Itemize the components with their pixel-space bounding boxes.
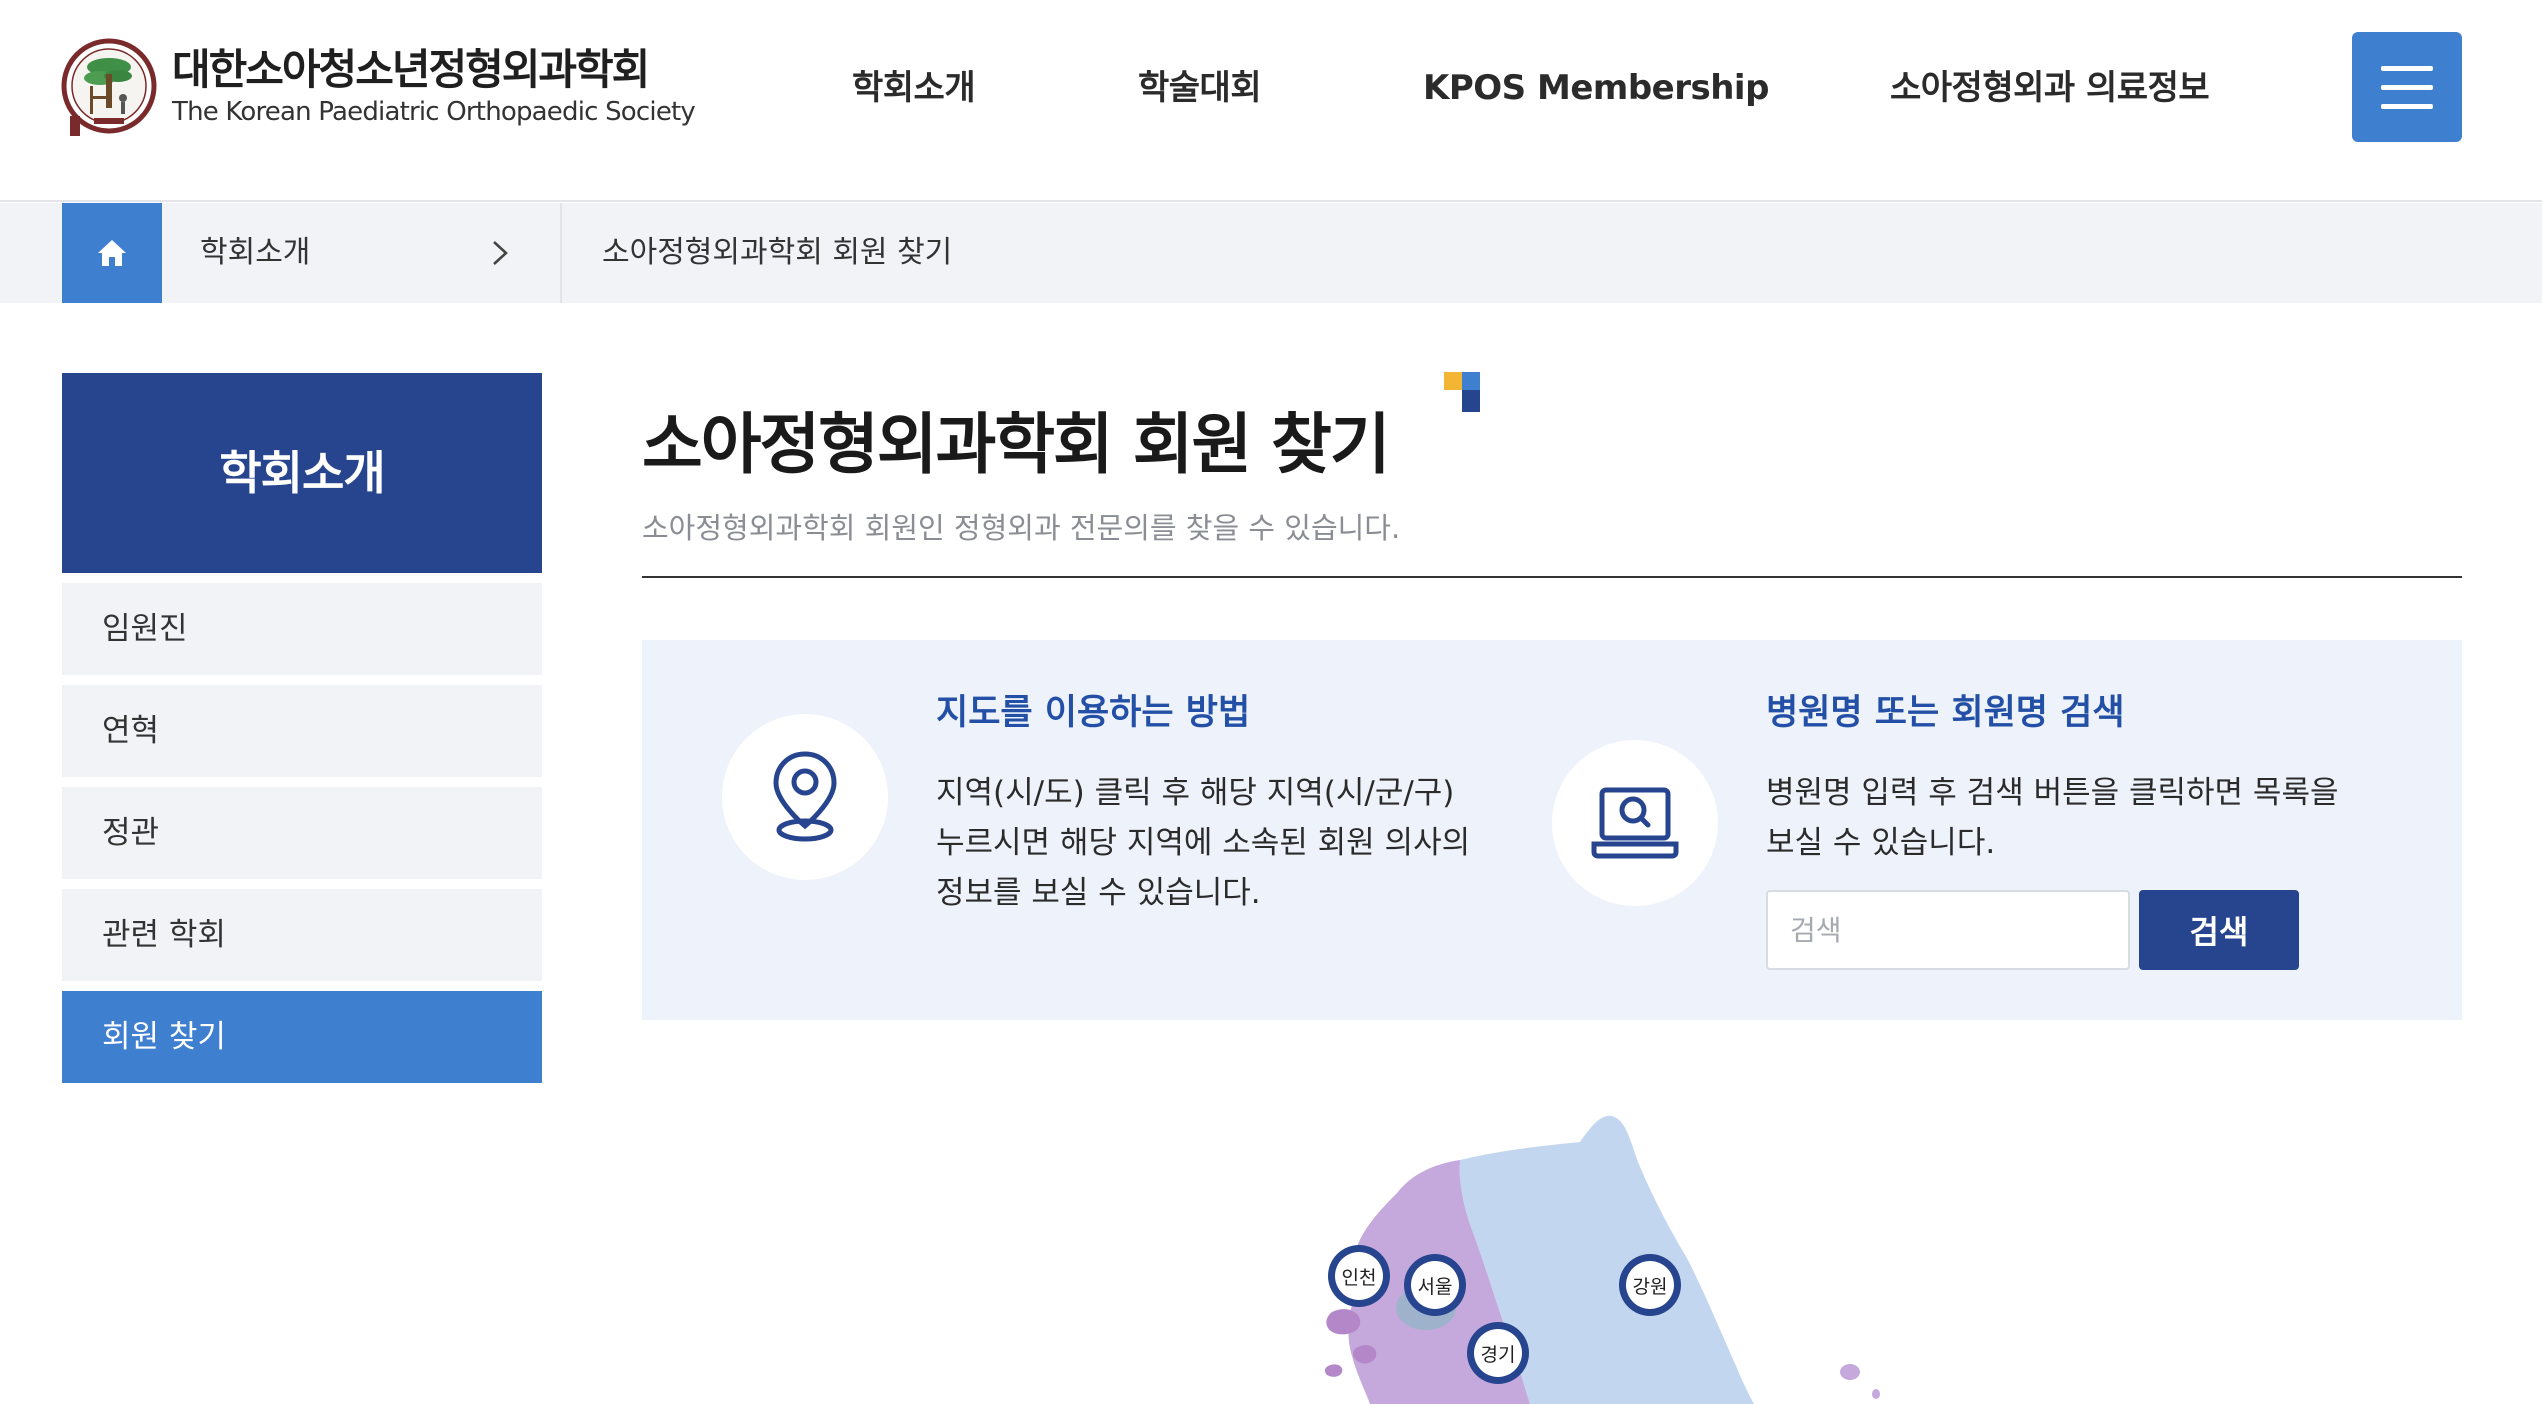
location-pin-icon	[773, 751, 837, 842]
breadcrumb-item-current[interactable]: 소아정형외과학회 회원 찾기	[602, 203, 952, 303]
menu-button[interactable]	[2352, 32, 2462, 142]
map-guide-line: 누르시면 해당 지역에 소속된 회원 의사의	[936, 825, 1471, 861]
chevron-right-icon[interactable]	[486, 239, 514, 267]
search-guide-line: 병원명 입력 후 검색 버튼을 클릭하면 목록을	[1766, 775, 2339, 811]
page-title: 소아정형외과학회 회원 찾기	[642, 406, 1391, 483]
title-divider	[642, 576, 2462, 578]
sidebar-item-executives[interactable]: 임원진	[62, 583, 542, 675]
region-pin-gangwon[interactable]: 강원	[1619, 1254, 1681, 1316]
map-guide-title: 지도를 이용하는 방법	[936, 693, 1251, 733]
map-guide-description: 지역(시/도) 클릭 후 해당 지역(시/군/구) 누르시면 해당 지역에 소속…	[936, 768, 1470, 918]
nav-item-medical-info[interactable]: 소아정형외과 의료정보	[1890, 58, 2210, 118]
nav-item-conference[interactable]: 학술대회	[1138, 58, 1262, 118]
breadcrumb: 학회소개 소아정형외과학회 회원 찾기	[0, 203, 2542, 303]
map-island	[1324, 1364, 1343, 1377]
region-label-seoul: 서울	[1418, 1276, 1453, 1298]
sidebar-item-history[interactable]: 연혁	[62, 685, 542, 777]
page-subtitle: 소아정형외과학회 회원인 정형외과 전문의를 찾을 수 있습니다.	[642, 511, 1401, 545]
region-pin-gyeonggi[interactable]: 경기	[1467, 1322, 1529, 1384]
nav-item-about[interactable]: 학회소개	[852, 58, 976, 118]
home-icon	[98, 240, 126, 266]
map-island	[1872, 1389, 1880, 1399]
region-label-incheon: 인천	[1342, 1267, 1377, 1289]
map-guide-line: 지역(시/도) 클릭 후 해당 지역(시/군/구)	[936, 775, 1455, 811]
map-island	[1840, 1364, 1860, 1380]
hamburger-icon	[2381, 85, 2433, 90]
region-label-gyeonggi: 경기	[1481, 1344, 1516, 1366]
search-button[interactable]: 검색	[2139, 890, 2299, 970]
sidebar-item-related-societies[interactable]: 관련 학회	[62, 889, 542, 981]
nav-item-membership[interactable]: KPOS Membership	[1423, 58, 1769, 118]
search-input[interactable]	[1766, 890, 2130, 970]
search-guide-description: 병원명 입력 후 검색 버튼을 클릭하면 목록을 보실 수 있습니다.	[1766, 768, 2338, 868]
korea-region-map: 인천 서울 경기 강원	[1324, 1115, 1880, 1404]
search-guide-line: 보실 수 있습니다.	[1766, 825, 1996, 861]
sidebar-item-bylaws[interactable]: 정관	[62, 787, 542, 879]
main-nav: 학회소개 학술대회 KPOS Membership 소아정형외과 의료정보	[0, 58, 2542, 118]
site-header: 대한소아청소년정형외과학회 The Korean Paediatric Orth…	[0, 0, 2542, 202]
breadcrumb-divider	[560, 203, 562, 303]
region-pin-seoul[interactable]: 서울	[1404, 1254, 1466, 1316]
sidebar-title: 학회소개	[62, 373, 542, 573]
laptop-search-icon	[1591, 787, 1679, 859]
map-guide-icon-circle	[722, 714, 888, 880]
breadcrumb-item-about[interactable]: 학회소개	[200, 203, 310, 303]
map-guide-line: 정보를 보실 수 있습니다.	[936, 875, 1261, 911]
search-guide-icon-circle	[1552, 740, 1718, 906]
map-region-incheon[interactable]	[1326, 1309, 1361, 1335]
region-pin-incheon[interactable]: 인천	[1328, 1245, 1390, 1307]
sidebar-item-member-search[interactable]: 회원 찾기	[62, 991, 542, 1083]
search-guide-title: 병원명 또는 회원명 검색	[1766, 693, 2125, 733]
region-label-gangwon: 강원	[1633, 1276, 1668, 1298]
breadcrumb-home-button[interactable]	[62, 203, 162, 303]
title-decoration-icon	[1444, 372, 1480, 412]
hamburger-icon	[2381, 66, 2433, 71]
hamburger-icon	[2381, 104, 2433, 109]
